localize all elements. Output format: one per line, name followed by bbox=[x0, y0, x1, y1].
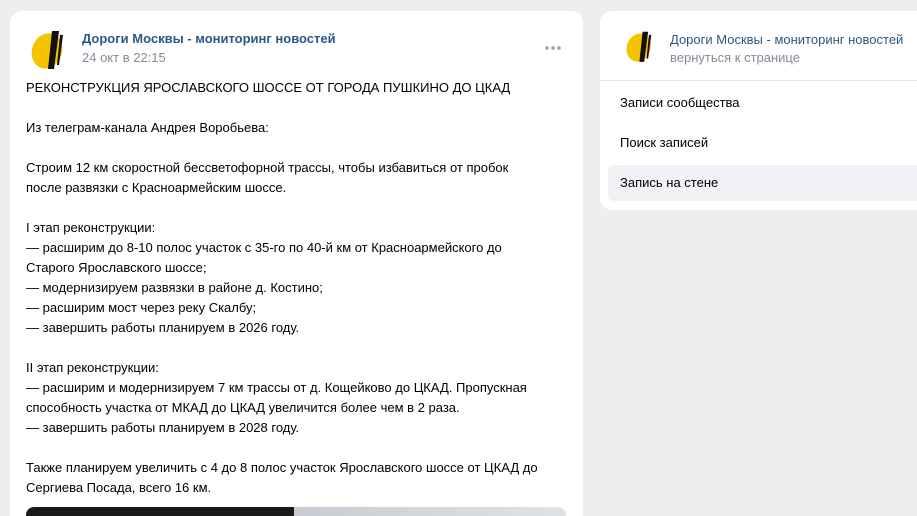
stage-line: — завершить работы планируем в 2028 году… bbox=[26, 420, 300, 435]
post-title: РЕКОНСТРУКЦИЯ ЯРОСЛАВСКОГО ШОССЕ ОТ ГОРО… bbox=[26, 80, 511, 95]
stage-line: — расширим мост через реку Скалбу; bbox=[26, 300, 257, 315]
post-author-link[interactable]: Дороги Москвы - мониторинг новостей bbox=[82, 31, 336, 46]
stage-line: — расширим до 8-10 полос участок с 35-го… bbox=[26, 240, 502, 255]
post-stage-1: I этап реконструкции: — расширим до 8-10… bbox=[26, 218, 571, 338]
post-image-left bbox=[26, 507, 294, 516]
post-intro-line: Строим 12 км скоростной бессветофорной т… bbox=[26, 160, 509, 175]
post-image-right bbox=[294, 507, 566, 516]
post-source: Из телеграм-канала Андрея Воробьева: bbox=[26, 120, 269, 135]
stage-heading: II этап реконструкции: bbox=[26, 360, 159, 375]
stage-line: — расширим и модернизируем 7 км трассы о… bbox=[26, 380, 527, 395]
sidebar-community-link[interactable]: Дороги Москвы - мониторинг новостей bbox=[670, 32, 903, 47]
post-text: РЕКОНСТРУКЦИЯ ЯРОСЛАВСКОГО ШОССЕ ОТ ГОРО… bbox=[26, 78, 571, 516]
more-dots-icon[interactable] bbox=[543, 41, 563, 53]
sidebar-item-wall-post[interactable]: Запись на стене bbox=[608, 165, 917, 201]
stage-line: — модернизируем развязки в районе д. Кос… bbox=[26, 280, 323, 295]
post-image[interactable] bbox=[26, 507, 566, 516]
post-outro: Также планируем увеличить с 4 до 8 полос… bbox=[26, 458, 571, 498]
stage-line: способность участка от МКАД до ЦКАД увел… bbox=[26, 400, 460, 415]
stage-line: Старого Ярославского шоссе; bbox=[26, 260, 207, 275]
post-intro: Строим 12 км скоростной бессветофорной т… bbox=[26, 158, 571, 198]
post-intro-line: после развязки с Красноармейским шоссе. bbox=[26, 180, 287, 195]
stage-heading: I этап реконструкции: bbox=[26, 220, 156, 235]
stage-line: — завершить работы планируем в 2026 году… bbox=[26, 320, 300, 335]
back-to-page-link[interactable]: вернуться к странице bbox=[670, 50, 800, 65]
sidebar-card: Дороги Москвы - мониторинг новостей верн… bbox=[600, 11, 917, 210]
post-date[interactable]: 24 окт в 22:15 bbox=[82, 50, 166, 65]
sidebar-header: Дороги Москвы - мониторинг новостей верн… bbox=[600, 11, 917, 81]
post-outro-line: Также планируем увеличить с 4 до 8 полос… bbox=[26, 460, 538, 475]
post-stage-2: II этап реконструкции: — расширим и моде… bbox=[26, 358, 571, 438]
community-logo-icon[interactable] bbox=[622, 27, 660, 65]
post-header: Дороги Москвы - мониторинг новостей 24 о… bbox=[26, 25, 567, 73]
post-outro-line: Сергиева Посада, всего 16 км. bbox=[26, 480, 212, 495]
sidebar-item-community-posts[interactable]: Записи сообщества bbox=[608, 85, 917, 121]
sidebar-item-search-posts[interactable]: Поиск записей bbox=[608, 125, 917, 161]
community-logo-icon[interactable] bbox=[26, 25, 74, 73]
wall-post: Дороги Москвы - мониторинг новостей 24 о… bbox=[10, 11, 583, 516]
